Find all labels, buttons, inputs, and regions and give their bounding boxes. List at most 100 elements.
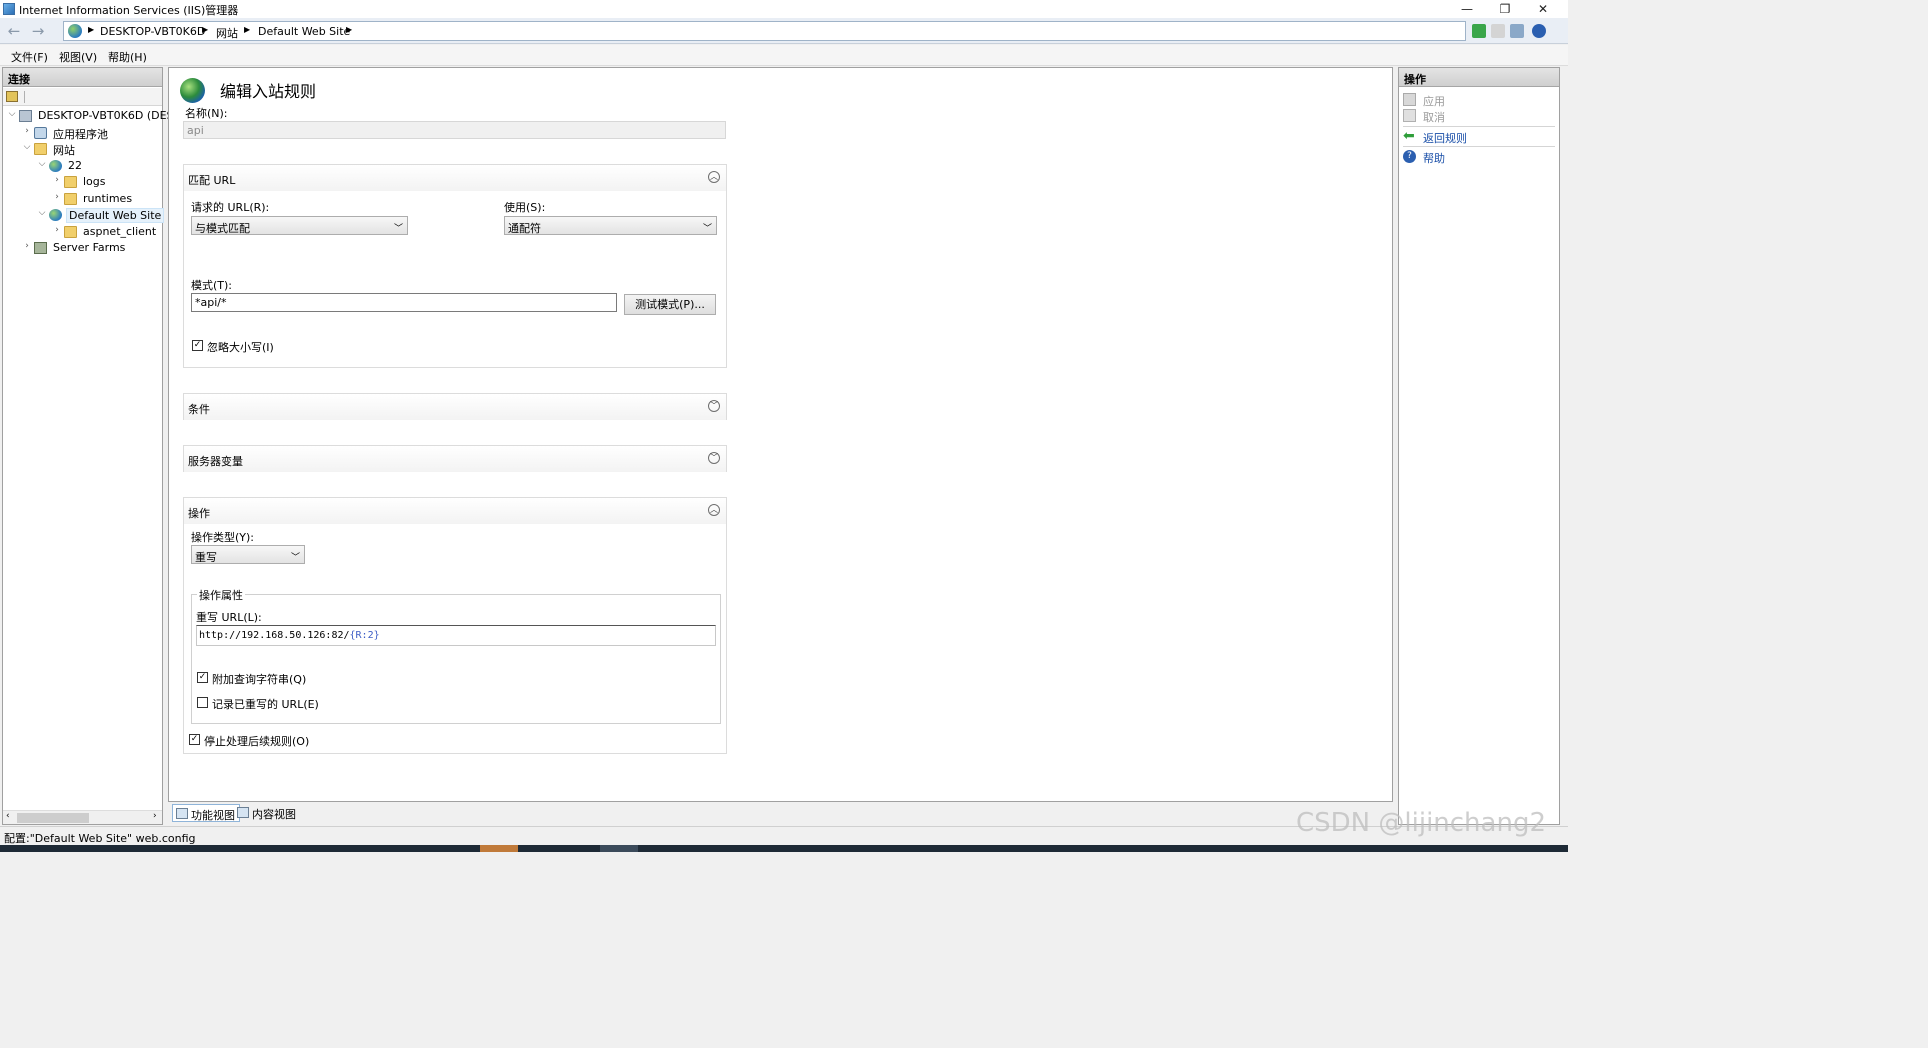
append-query-checkbox[interactable]: ✓ <box>197 672 208 683</box>
help-dropdown-icon[interactable] <box>1532 24 1546 38</box>
chevron-down-icon: ﹀ <box>290 553 300 563</box>
requested-url-select[interactable]: 与模式匹配 ﹀ <box>191 216 408 235</box>
conditions-section: 条件 ﹀ <box>183 393 727 420</box>
back-to-rules-action[interactable]: ⬅ 返回规则 <box>1403 129 1553 145</box>
restore-button[interactable]: ❐ <box>1486 0 1524 18</box>
connect-icon[interactable] <box>1472 24 1486 38</box>
tree-item[interactable]: › Server Farms <box>3 240 162 256</box>
tree-item-label: runtimes <box>83 191 133 205</box>
actions-divider <box>1403 146 1555 147</box>
expand-arrow-icon[interactable]: › <box>22 241 32 251</box>
actions-pane: 操作 应用 取消 ⬅ 返回规则 ? 帮助 <box>1398 67 1560 825</box>
taskbar-app[interactable] <box>480 845 518 852</box>
expand-icon[interactable]: ﹀ <box>708 452 720 464</box>
server-variables-header[interactable]: 服务器变量 ﹀ <box>184 446 726 472</box>
tab-features-view[interactable]: 功能视图 <box>172 804 240 822</box>
minimize-button[interactable]: — <box>1448 0 1486 18</box>
edit-rule-page: 编辑入站规则 名称(N): api 匹配 URL ︿ 请求的 URL(R): 与… <box>168 67 1393 802</box>
using-select[interactable]: 通配符 ﹀ <box>504 216 717 235</box>
breadcrumb-separator-icon: ▶ <box>202 25 209 34</box>
tree-item[interactable]: ⌵ 网站 <box>3 141 162 157</box>
collapse-arrow-icon[interactable]: ⌵ <box>22 142 32 152</box>
expand-icon[interactable]: ﹀ <box>708 400 720 412</box>
back-arrow-icon[interactable]: ← <box>4 22 24 40</box>
content-view-icon <box>237 807 249 818</box>
menu-file[interactable]: 文件(F) <box>11 49 48 65</box>
match-url-section: 匹配 URL ︿ 请求的 URL(R): 与模式匹配 ﹀ 使用(S): 通配符 … <box>183 164 727 368</box>
tree-item[interactable]: › aspnet_client <box>3 224 162 240</box>
breadcrumb-separator-icon: ▶ <box>88 25 95 34</box>
conditions-header[interactable]: 条件 ﹀ <box>184 394 726 420</box>
actions-header: 操作 <box>1399 68 1559 87</box>
ignore-case-checkbox[interactable]: ✓ <box>192 340 203 351</box>
action-properties-legend: 操作属性 <box>197 587 245 603</box>
close-button[interactable]: ✕ <box>1524 0 1562 18</box>
expand-arrow-icon[interactable]: › <box>52 192 62 202</box>
taskbar <box>0 845 1568 852</box>
pattern-input[interactable]: *api/* <box>191 293 617 312</box>
forward-arrow-icon[interactable]: → <box>28 22 48 40</box>
pattern-label: 模式(T): <box>191 279 233 292</box>
tree-item[interactable]: › 应用程序池 <box>3 125 162 141</box>
breadcrumb-item-sites[interactable]: 网站 <box>216 25 238 41</box>
tree-item-label: Default Web Site <box>66 208 165 223</box>
ignore-case-label[interactable]: 忽略大小写(I) <box>207 339 274 355</box>
scroll-left-icon[interactable]: ‹ <box>6 811 10 821</box>
folder-icon <box>64 192 77 205</box>
cancel-action[interactable]: 取消 <box>1403 108 1553 124</box>
test-pattern-button[interactable]: 测试模式(P)... <box>624 294 716 315</box>
collapse-icon[interactable]: ︿ <box>708 171 720 183</box>
expand-arrow-icon[interactable]: › <box>52 175 62 185</box>
help-action[interactable]: ? 帮助 <box>1403 149 1553 165</box>
breadcrumb-separator-icon: ▶ <box>346 25 353 34</box>
chevron-down-icon: ﹀ <box>393 224 403 234</box>
breadcrumb-item-server[interactable]: DESKTOP-VBT0K6D <box>100 25 205 38</box>
tree-item[interactable]: ⌵ DESKTOP-VBT0K6D (DESKT <box>3 108 187 124</box>
log-rewritten-label[interactable]: 记录已重写的 URL(E) <box>212 696 319 712</box>
back-arrow-icon: ⬅ <box>1403 128 1415 144</box>
match-url-header[interactable]: 匹配 URL ︿ <box>184 165 726 191</box>
rewrite-url-label: 重写 URL(L): <box>196 611 262 624</box>
tree-item[interactable]: ⌵ 22 <box>3 158 162 174</box>
apply-action[interactable]: 应用 <box>1403 92 1553 108</box>
log-rewritten-checkbox[interactable] <box>197 697 208 708</box>
globe-icon <box>68 24 82 38</box>
expand-arrow-icon[interactable]: › <box>52 225 62 235</box>
tree-item-label: aspnet_client <box>83 224 157 238</box>
match-url-title: 匹配 URL <box>188 174 236 187</box>
app-pool-icon <box>34 126 47 139</box>
tree-item[interactable]: › runtimes <box>3 191 162 207</box>
taskbar-app[interactable] <box>600 845 638 852</box>
menu-help[interactable]: 帮助(H) <box>108 49 147 65</box>
rewrite-url-input[interactable]: http://192.168.50.126:82/{R:2} <box>196 625 716 646</box>
window-title: Internet Information Services (IIS)管理器 <box>19 4 239 17</box>
sites-folder-icon <box>34 143 47 155</box>
breadcrumb-item-site[interactable]: Default Web Site <box>258 25 350 38</box>
name-field[interactable]: api <box>183 121 726 139</box>
status-text: 配置:"Default Web Site" web.config <box>4 832 196 845</box>
collapse-arrow-icon[interactable]: ⌵ <box>37 159 47 169</box>
breadcrumb-separator-icon: ▶ <box>244 25 251 34</box>
collapse-arrow-icon[interactable]: ⌵ <box>7 109 17 119</box>
rewrite-globe-icon <box>180 78 205 103</box>
scrollbar-thumb[interactable] <box>17 813 89 823</box>
append-query-label[interactable]: 附加查询字符串(Q) <box>212 671 306 687</box>
tree-item-label: DESKTOP-VBT0K6D (DESKT <box>38 109 187 122</box>
tree-item[interactable]: › logs <box>3 174 162 190</box>
new-connection-icon[interactable] <box>6 91 18 102</box>
expand-arrow-icon[interactable]: › <box>22 126 32 136</box>
action-type-select[interactable]: 重写 ﹀ <box>191 545 305 564</box>
action-header[interactable]: 操作 ︿ <box>184 498 726 524</box>
tab-content-view[interactable]: 内容视图 <box>234 804 300 822</box>
connections-scrollbar[interactable]: ‹ › <box>3 810 162 824</box>
breadcrumb[interactable]: ▶ DESKTOP-VBT0K6D ▶ 网站 ▶ Default Web Sit… <box>63 21 1466 41</box>
stop-processing-checkbox[interactable]: ✓ <box>189 734 200 745</box>
collapse-icon[interactable]: ︿ <box>708 504 720 516</box>
collapse-arrow-icon[interactable]: ⌵ <box>37 208 47 218</box>
stop-processing-label[interactable]: 停止处理后续规则(O) <box>204 733 309 749</box>
stop-icon[interactable] <box>1491 24 1505 38</box>
scroll-right-icon[interactable]: › <box>153 811 157 821</box>
home-icon[interactable] <box>1510 24 1524 38</box>
menu-view[interactable]: 视图(V) <box>59 49 97 65</box>
tree-item[interactable]: ⌵ Default Web Site <box>3 207 165 223</box>
